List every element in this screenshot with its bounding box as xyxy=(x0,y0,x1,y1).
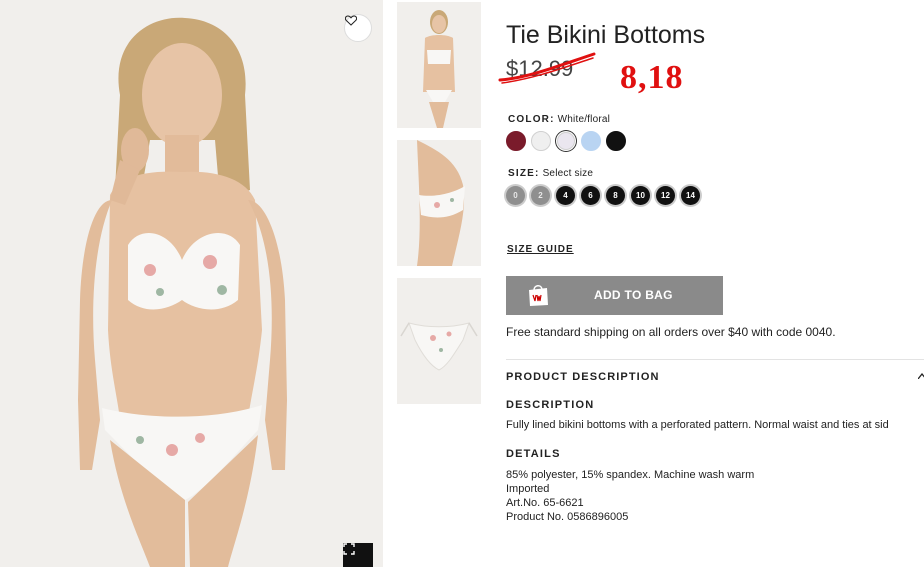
size-option-12[interactable]: 12 xyxy=(656,186,675,205)
price-strikethrough-mark xyxy=(498,52,596,84)
size-option-2[interactable]: 2 xyxy=(531,186,550,205)
size-value: Select size xyxy=(542,168,594,179)
details-item: Imported xyxy=(506,483,550,495)
size-option-14[interactable]: 14 xyxy=(681,186,700,205)
description-heading: DESCRIPTION xyxy=(506,399,595,411)
size-options: 0 2 4 6 8 10 12 14 xyxy=(506,186,706,205)
shipping-note: Free standard shipping on all orders ove… xyxy=(506,325,836,339)
size-guide-link[interactable]: SIZE GUIDE xyxy=(507,244,574,255)
thumbnail-product-flat[interactable] xyxy=(397,278,481,404)
size-option-10[interactable]: 10 xyxy=(631,186,650,205)
size-option-8[interactable]: 8 xyxy=(606,186,625,205)
size-option-0[interactable]: 0 xyxy=(506,186,525,205)
color-swatches xyxy=(506,131,631,151)
thumbnail-image xyxy=(397,2,481,128)
color-swatch-light-blue[interactable] xyxy=(581,131,601,151)
details-item: 85% polyester, 15% spandex. Machine wash… xyxy=(506,469,755,481)
details-item: Art.No. 65-6621 xyxy=(506,497,584,509)
description-text: Fully lined bikini bottoms with a perfor… xyxy=(506,419,889,431)
color-value: White/floral xyxy=(557,114,611,125)
color-swatch-white[interactable] xyxy=(531,131,551,151)
details-heading: DETAILS xyxy=(506,448,561,460)
favorite-button[interactable] xyxy=(344,14,372,42)
expand-image-button[interactable] xyxy=(343,543,373,567)
model-photo xyxy=(0,0,383,567)
size-label: SIZE: xyxy=(508,168,540,179)
details-list: 85% polyester, 15% spandex. Machine wash… xyxy=(506,468,754,524)
thumbnail-image xyxy=(397,278,481,404)
product-description-accordion[interactable]: PRODUCT DESCRIPTION xyxy=(506,371,660,383)
size-option-4[interactable]: 4 xyxy=(556,186,575,205)
color-swatch-white-floral[interactable] xyxy=(557,132,575,150)
thumbnail-model-front[interactable] xyxy=(397,2,481,128)
color-label: COLOR: xyxy=(508,114,555,125)
size-label-row: SIZE: Select size xyxy=(508,168,593,179)
section-divider xyxy=(506,359,924,360)
heart-icon xyxy=(345,15,357,26)
main-product-image[interactable] xyxy=(0,0,383,567)
thumbnail-model-side[interactable] xyxy=(397,140,481,266)
handwritten-sale-price: 8,18 xyxy=(620,59,684,96)
add-to-bag-button[interactable]: ADD TO BAG xyxy=(506,276,723,315)
details-item: Product No. 0586896005 xyxy=(506,511,629,523)
product-details: Tie Bikini Bottoms $12.99 8,18 COLOR: Whi… xyxy=(498,0,924,567)
size-option-6[interactable]: 6 xyxy=(581,186,600,205)
product-title: Tie Bikini Bottoms xyxy=(506,21,706,49)
thumbnail-image xyxy=(397,140,481,266)
color-swatch-burgundy[interactable] xyxy=(506,131,526,151)
expand-icon xyxy=(343,543,355,555)
color-swatch-black[interactable] xyxy=(606,131,626,151)
add-to-bag-label: ADD TO BAG xyxy=(594,288,673,302)
color-label-row: COLOR: White/floral xyxy=(508,114,610,125)
chevron-up-icon[interactable] xyxy=(918,373,924,379)
hm-bag-icon xyxy=(529,285,548,306)
